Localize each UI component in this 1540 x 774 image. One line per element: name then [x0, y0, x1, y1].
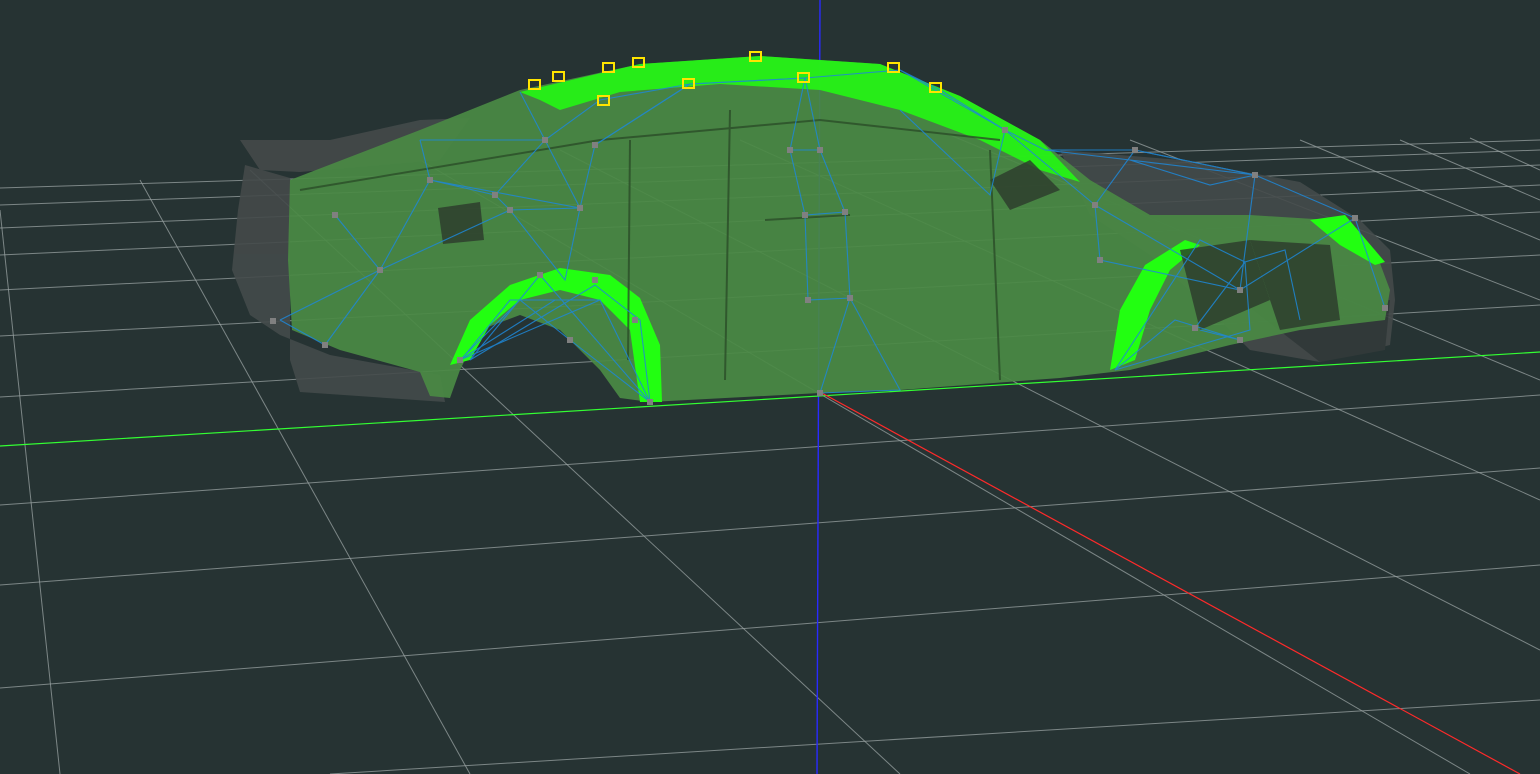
mesh-vertex[interactable]	[817, 390, 823, 396]
mesh-vertex[interactable]	[567, 337, 573, 343]
mesh-vertex[interactable]	[1097, 257, 1103, 263]
mesh-vertex[interactable]	[847, 295, 853, 301]
mesh-vertex[interactable]	[817, 147, 823, 153]
mesh-vertex[interactable]	[457, 357, 463, 363]
mesh-vertex[interactable]	[507, 207, 513, 213]
mesh-vertex[interactable]	[592, 277, 598, 283]
mesh-vertex[interactable]	[592, 142, 598, 148]
selected-vertex[interactable]	[552, 71, 565, 82]
mesh-vertex[interactable]	[647, 399, 653, 405]
mesh-vertex[interactable]	[542, 137, 548, 143]
mesh-vertex[interactable]	[1092, 202, 1098, 208]
grid-line	[329, 699, 1540, 774]
mesh-vertex[interactable]	[632, 317, 638, 323]
mesh-vertex[interactable]	[1252, 172, 1258, 178]
grid-line	[0, 467, 1540, 586]
mesh-vertex[interactable]	[1382, 305, 1388, 311]
car-body-mesh[interactable]	[232, 51, 1395, 405]
grid-line	[1469, 137, 1540, 171]
mesh-vertex[interactable]	[1237, 337, 1243, 343]
mesh-vertex[interactable]	[805, 297, 811, 303]
mesh-vertex[interactable]	[787, 147, 793, 153]
mesh-vertex[interactable]	[492, 192, 498, 198]
mesh-vertex[interactable]	[537, 272, 543, 278]
x-axis	[819, 391, 1521, 774]
mesh-vertex[interactable]	[270, 318, 276, 324]
grid-line	[0, 564, 1540, 689]
3d-viewport[interactable]	[0, 0, 1540, 774]
mesh-vertex[interactable]	[1192, 325, 1198, 331]
mesh-vertex[interactable]	[1352, 215, 1358, 221]
mesh-vertex[interactable]	[842, 209, 848, 215]
mesh-vertex[interactable]	[1002, 127, 1008, 133]
viewport-canvas[interactable]	[0, 0, 1540, 774]
mesh-vertex[interactable]	[377, 267, 383, 273]
grid-line	[0, 394, 1540, 506]
mesh-vertex[interactable]	[332, 212, 338, 218]
mesh-vertex[interactable]	[1132, 147, 1138, 153]
mesh-vertex[interactable]	[1237, 287, 1243, 293]
mesh-vertex[interactable]	[802, 212, 808, 218]
grid-line	[0, 209, 61, 774]
mesh-vertex[interactable]	[577, 205, 583, 211]
mesh-vertex[interactable]	[322, 342, 328, 348]
mesh-vertex[interactable]	[427, 177, 433, 183]
